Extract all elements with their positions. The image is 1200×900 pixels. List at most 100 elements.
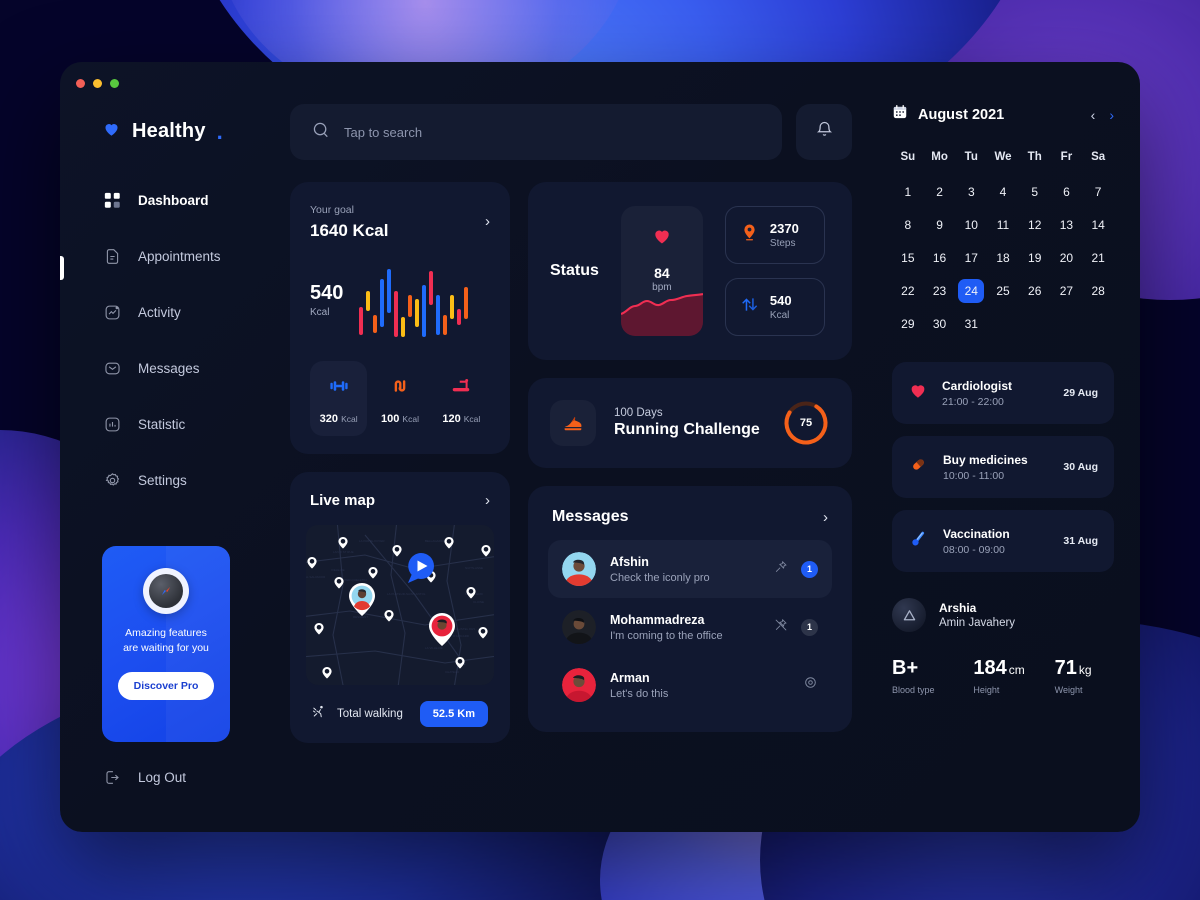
chart-bar [387,269,391,313]
calendar-day[interactable]: 21 [1082,246,1114,270]
close-button[interactable] [76,79,85,88]
calendar-day[interactable]: 29 [892,312,924,336]
sidebar-item-messages[interactable]: Messages [60,353,290,383]
messages-arrow[interactable]: › [823,510,828,525]
calendar-day[interactable]: 17 [955,246,987,270]
live-map-arrow[interactable]: › [485,493,490,508]
calendar-day[interactable]: 25 [987,279,1019,303]
distance-badge[interactable]: 52.5 Km [419,701,488,727]
bell-icon [815,120,834,144]
calendar-day[interactable]: 9 [924,213,956,237]
calendar-day[interactable]: 16 [924,246,956,270]
calendar-day[interactable]: 23 [924,279,956,303]
burned-value: 540 [310,281,344,304]
dumbbell-icon [328,381,350,401]
calendar-day[interactable]: 20 [1051,246,1083,270]
calendar-day[interactable]: 14 [1082,213,1114,237]
window-traffic-lights [76,79,119,88]
minimize-button[interactable] [93,79,102,88]
calendar-day[interactable]: 26 [1019,279,1051,303]
calendar-day[interactable]: 30 [924,312,956,336]
search-input[interactable] [344,124,760,140]
discover-pro-button[interactable]: Discover Pro [117,672,215,701]
pin-icon[interactable] [774,560,788,579]
calendar-day[interactable]: 3 [955,180,987,204]
chart-bar [373,315,377,333]
appointment-row[interactable]: Buy medicines 10:00 - 11:00 30 Aug [892,436,1114,498]
sidebar-item-label: Dashboard [138,192,209,208]
logout-button[interactable]: Log Out [60,762,290,792]
user-profile[interactable]: Arshia Amin Javahery [892,598,1114,632]
vital-stat: 184 cm Height [973,658,1032,695]
sidebar-item-dashboard[interactable]: Dashboard [60,185,290,215]
calendar-day[interactable]: 28 [1082,279,1114,303]
grid-icon [102,190,122,210]
calendar-day[interactable]: 5 [1019,180,1051,204]
calories-pill[interactable]: 540 Kcal [724,278,825,336]
vital-label: Weight [1054,685,1083,695]
message-row[interactable]: Arman Let's do this [548,656,832,714]
calendar-day[interactable]: 4 [987,180,1019,204]
sidebar-item-label: Activity [138,304,181,320]
calendar-day[interactable]: 15 [892,246,924,270]
sidebar-nav: Dashboard Appointments Activity Messages [60,185,290,521]
goal-card: Your goal 1640 Kcal › 540 Kcal 320 Kcal 1… [290,182,510,454]
notification-button[interactable] [796,104,852,160]
calendar-day[interactable]: 8 [892,213,924,237]
calendar-day[interactable]: 12 [1019,213,1051,237]
activity-tile-2[interactable]: 120 Kcal [433,361,490,436]
maximize-button[interactable] [110,79,119,88]
map-canvas[interactable]: LA PARTE-VOYER BELLAGARDE LAN D ST RUE V… [306,525,494,685]
walking-label: Total walking [337,708,403,720]
challenge-progress-value: 75 [799,417,813,429]
profile-name: Arshia [939,601,977,615]
document-icon [102,246,122,266]
calendar-day[interactable]: 13 [1051,213,1083,237]
message-row[interactable]: Afshin Check the iconly pro 1 [548,540,832,598]
calendar-day[interactable]: 1 [892,180,924,204]
calendar-day[interactable]: 11 [987,213,1019,237]
challenge-progress-ring: 75 [782,399,830,447]
calendar-day-of-week: We [994,151,1012,163]
gear-icon [102,470,122,490]
goal-detail-arrow[interactable]: › [485,214,490,229]
vital-label: Blood type [892,685,935,695]
pin-off-icon[interactable] [774,618,788,637]
appointment-row[interactable]: Vaccination 08:00 - 09:00 31 Aug [892,510,1114,572]
appointment-row[interactable]: Cardiologist 21:00 - 22:00 29 Aug [892,362,1114,424]
message-row[interactable]: Mohammadreza I'm coming to the office 1 [548,598,832,656]
sidebar: Healthy . Dashboard Appointments Activit… [60,62,290,832]
live-map-card: Live map › LA PARTE-VOYER BELLAGARDE LAN… [290,472,510,743]
activity-tile-1[interactable]: 100 Kcal [371,361,428,436]
calendar-day[interactable]: 6 [1051,180,1083,204]
calendar-prev-button[interactable]: ‹ [1091,108,1096,122]
live-map-title: Live map [310,492,376,509]
walking-icon [312,704,327,724]
calendar-day[interactable]: 10 [955,213,987,237]
calendar-day[interactable]: 22 [892,279,924,303]
dashboard-grid: Your goal 1640 Kcal › 540 Kcal 320 Kcal 1… [290,182,880,743]
sidebar-item-appointments[interactable]: Appointments [60,241,290,271]
steps-pill[interactable]: 2370 Steps [724,206,825,264]
activity-tile-0[interactable]: 320 Kcal [310,361,368,436]
calendar-day[interactable]: 2 [924,180,956,204]
calendar-day[interactable]: 24 [955,279,987,303]
sidebar-item-activity[interactable]: Activity [60,297,290,327]
appointments-list: Cardiologist 21:00 - 22:00 29 Aug Buy medic… [892,362,1114,572]
calendar-day[interactable]: 19 [1019,246,1051,270]
calendar-day[interactable]: 18 [987,246,1019,270]
calendar-day[interactable]: 31 [955,312,987,336]
svg-text:LA PLATEUR-SAINT-ANTOL: LA PLATEUR-SAINT-ANTOL [387,592,426,596]
eye-icon[interactable] [803,675,818,695]
calendar-day[interactable]: 7 [1082,180,1114,204]
heart-rate-card: 84 bpm [620,206,703,336]
sidebar-item-settings[interactable]: Settings [60,465,290,495]
calendar-next-button[interactable]: › [1109,108,1114,122]
sidebar-item-statistic[interactable]: Statistic [60,409,290,439]
search-bar[interactable] [290,104,782,160]
calendar-day[interactable]: 27 [1051,279,1083,303]
column-right: Status 84 bpm 2370 Steps 540 Kcal 100 Da… [528,182,852,743]
chart-bar [429,271,433,305]
challenge-card[interactable]: 100 Days Running Challenge 75 [528,378,852,468]
chart-bar-icon [102,414,122,434]
